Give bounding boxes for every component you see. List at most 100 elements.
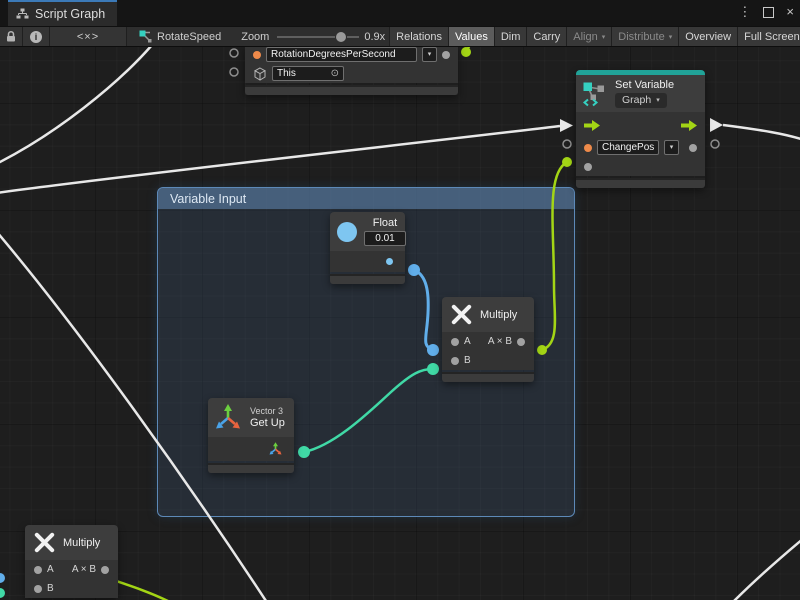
zoom-value: 0.9x (364, 27, 385, 46)
variable-name-dropdown[interactable]: RotationDegreesPerSecond (266, 47, 417, 62)
slider-knob[interactable] (336, 32, 346, 42)
maximize-icon[interactable] (763, 7, 774, 18)
multiply-icon (450, 303, 473, 326)
node-multiply[interactable]: Multiply A A × B B (442, 297, 534, 382)
float-type-icon (337, 222, 357, 242)
graph-canvas[interactable]: Variable Input (0, 0, 800, 600)
chevron-down-icon[interactable]: ▾ (422, 47, 437, 62)
multiply-row-b: B (442, 351, 534, 370)
relations-button[interactable]: Relations (389, 27, 448, 46)
cube-icon (253, 67, 267, 81)
multiply-row-a: A A × B (25, 560, 118, 579)
vector3-output-port[interactable] (269, 442, 283, 456)
port-label: A (47, 564, 54, 575)
input-port-b[interactable] (34, 585, 42, 593)
group-title: Variable Input (170, 192, 246, 206)
node-float[interactable]: Float 0.01 (330, 212, 405, 284)
node-multiply-2[interactable]: Multiply A A × B B (25, 525, 118, 598)
close-icon[interactable]: × (786, 3, 794, 21)
input-port-a[interactable] (451, 338, 459, 346)
target-field[interactable]: This ⊙ (272, 66, 344, 81)
port-label: A × B (72, 564, 96, 575)
overview-button[interactable]: Overview (678, 27, 737, 46)
multiply-icon (33, 531, 56, 554)
code-view-button[interactable]: <×> (50, 27, 127, 46)
value-port[interactable] (584, 144, 592, 152)
wire-flow-out-of-set-variable (723, 125, 800, 140)
output-port[interactable] (517, 338, 525, 346)
wire-endpoint (461, 47, 471, 57)
input-port-a[interactable] (34, 566, 42, 574)
node-title: Set Variable (615, 79, 674, 91)
value-input-port[interactable] (584, 163, 592, 171)
multiply-row-a: A A × B (442, 332, 534, 351)
float-value-input[interactable]: 0.01 (364, 231, 406, 246)
node-footer (576, 178, 705, 188)
lock-button[interactable] (0, 27, 23, 46)
wire-endpoint (562, 157, 572, 167)
variable-name-dropdown[interactable]: ChangePos (597, 140, 659, 155)
port-label: A (464, 336, 471, 347)
flow-output-arrow-icon[interactable] (681, 120, 697, 131)
info-button[interactable]: i (23, 27, 50, 46)
window-controls: ⋮ × (738, 3, 794, 21)
script-graph-window: Variable Input (0, 0, 800, 600)
node-title: Float (373, 217, 397, 229)
values-button[interactable]: Values (448, 27, 494, 46)
float-output-row (330, 251, 405, 272)
distribute-dropdown[interactable]: Distribute ▾ (611, 27, 678, 46)
output-port[interactable] (101, 566, 109, 574)
ring-port[interactable] (563, 140, 571, 148)
window-tab-bar: Script Graph ⋮ × (0, 0, 800, 26)
node-type-label: Vector 3 (250, 406, 285, 416)
flow-row (576, 112, 705, 138)
tab-script-graph[interactable]: Script Graph (8, 0, 117, 26)
node-title: Get Up (250, 417, 285, 429)
input-port-b[interactable] (451, 357, 459, 365)
node-footer (208, 463, 294, 473)
port-label: A × B (488, 336, 512, 347)
set-variable-input-row (576, 157, 705, 176)
wire-white-top-left (0, 45, 152, 164)
node-title: Multiply (63, 537, 100, 549)
float-output-port[interactable] (386, 258, 393, 265)
wire-flow-into-set-variable (0, 126, 560, 193)
slider-track (347, 36, 359, 38)
zoom-label: Zoom (241, 27, 269, 46)
info-icon: i (30, 31, 42, 43)
vector3-output-row (208, 437, 294, 461)
group-header[interactable]: Variable Input (158, 188, 574, 209)
value-output-port[interactable] (442, 51, 450, 59)
node-set-variable[interactable]: Set Variable Graph ▾ (576, 70, 705, 188)
current-graph[interactable]: RotateSpeed (139, 27, 221, 46)
carry-button[interactable]: Carry (526, 27, 566, 46)
menu-icon[interactable]: ⋮ (738, 3, 751, 21)
full-screen-button[interactable]: Full Screen (737, 27, 800, 46)
port-label: B (464, 355, 471, 366)
multiply-row-b: B (25, 579, 118, 598)
value-port[interactable] (253, 51, 261, 59)
zoom-slider[interactable] (277, 27, 359, 46)
object-picker-icon[interactable]: ⊙ (331, 67, 339, 80)
get-variable-name-row: RotationDegreesPerSecond ▾ (245, 45, 458, 64)
ring-port[interactable] (230, 49, 238, 57)
graph-toolbar: i <×> RotateSpeed Zoom 0.9x Relations Va… (0, 26, 800, 47)
node-footer (330, 274, 405, 284)
node-vector3-get-up[interactable]: Vector 3 Get Up (208, 398, 294, 473)
ring-port[interactable] (230, 68, 238, 76)
wire-white-bottom-right (731, 538, 800, 600)
wire-endpoint-edge (0, 588, 5, 598)
set-variable-name-row: ChangePos ▾ (576, 138, 705, 157)
ring-port[interactable] (711, 140, 719, 148)
dim-button[interactable]: Dim (494, 27, 527, 46)
wire-endpoint-edge (0, 573, 5, 583)
flow-input-arrow-icon[interactable] (584, 120, 600, 131)
slider-track (277, 36, 335, 38)
node-get-variable[interactable]: RotationDegreesPerSecond ▾ This ⊙ (245, 45, 458, 95)
align-dropdown[interactable]: Align ▾ (566, 27, 611, 46)
chevron-down-icon: ▾ (669, 33, 673, 41)
value-output-port[interactable] (689, 144, 697, 152)
variable-scope-dropdown[interactable]: Graph ▾ (615, 93, 667, 108)
chevron-down-icon[interactable]: ▾ (664, 140, 679, 155)
graph-asset-icon (139, 30, 152, 43)
